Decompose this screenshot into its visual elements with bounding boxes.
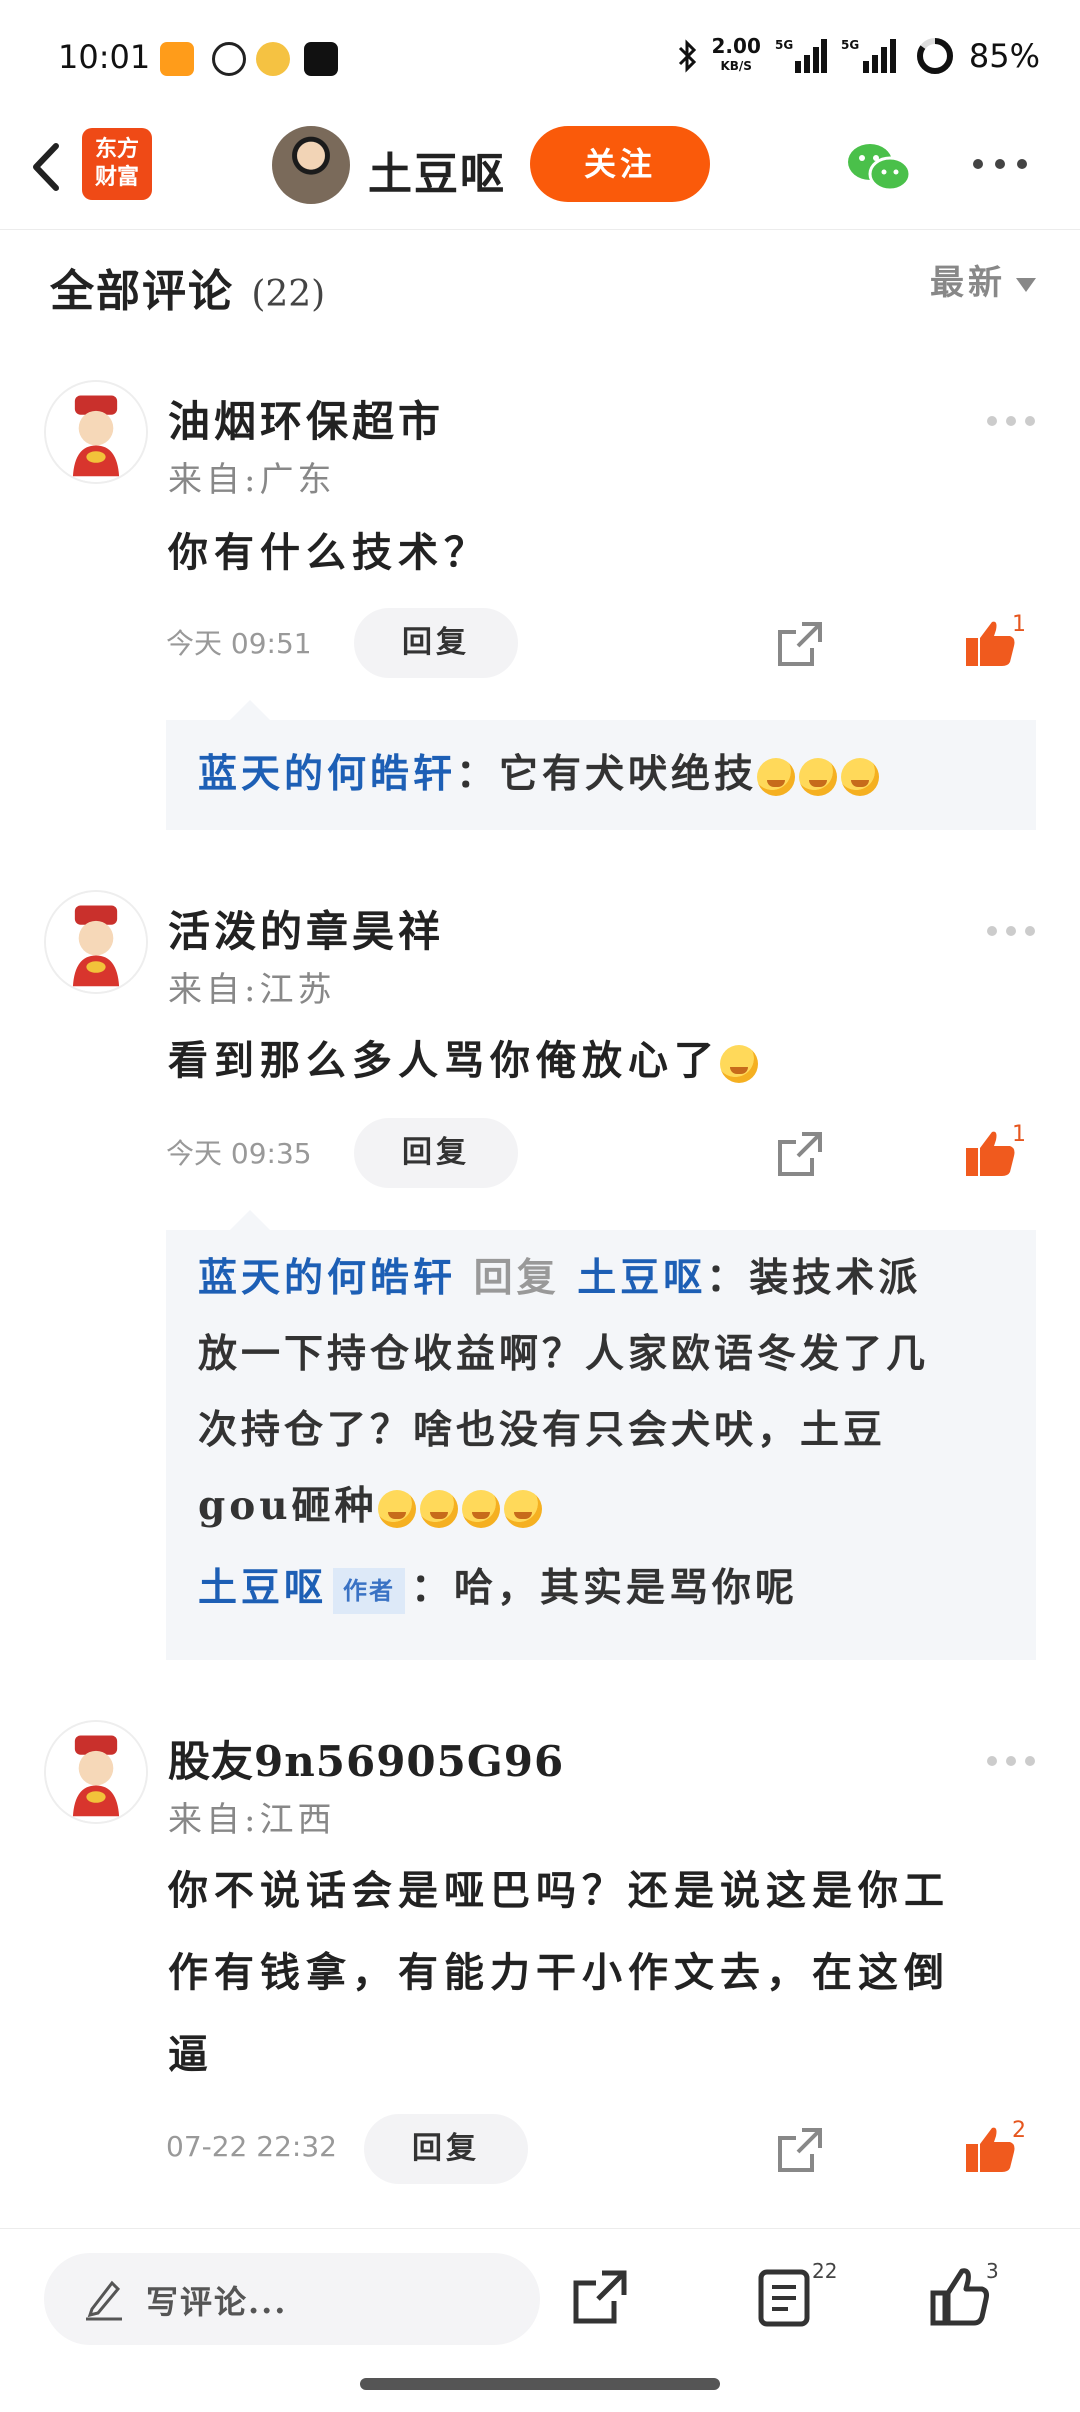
emoji-icon [419,1490,458,1528]
comment-more-icon[interactable] [986,1754,1036,1768]
commenter-avatar[interactable] [44,890,148,994]
signal-icon: 5G [775,38,827,73]
commenter-avatar[interactable] [44,380,148,484]
back-arrow-icon[interactable] [18,132,78,202]
tiktok-icon [304,42,338,76]
reply-target-user[interactable]: 土豆呕 [577,1255,706,1301]
write-comment-input[interactable]: 写评论... [44,2253,540,2345]
thumbs-up-icon[interactable] [964,1128,1016,1178]
share-icon[interactable] [776,1130,824,1178]
comment-time: 今天 09:51 [166,627,312,660]
caret-down-icon [1016,278,1036,292]
clock: 10:01 [58,38,151,76]
share-icon[interactable] [776,2126,824,2174]
reply-item: 蓝天的何皓轩：它有犬吠绝技 [166,736,1036,812]
reply-thread: 蓝天的何皓轩 回复 土豆呕：装技术派 放一下持仓收益啊？人家欧语冬发了几 次持仓… [166,1210,1036,1660]
comments-list-icon[interactable] [758,2269,810,2327]
comment-item: 活泼的章昊祥 来自:江苏 看到那么多人骂你俺放心了 今天 09:35 回复 1 … [0,890,1080,1670]
emoji-icon [377,1490,416,1528]
write-comment-placeholder: 写评论... [146,2283,288,2321]
like-total-badge: 3 [986,2259,999,2283]
share-icon[interactable] [776,620,824,668]
bluetooth-icon [678,39,696,73]
svg-text:5G: 5G [841,38,859,52]
pencil-icon [86,2280,122,2321]
reply-user[interactable]: 蓝天的何皓轩 [198,1255,456,1301]
app-notification-icon [160,42,194,76]
wechat-icon[interactable] [846,140,912,196]
emoji-icon [720,1045,758,1083]
comment-time: 今天 09:35 [166,1137,312,1170]
author-badge: 作者 [333,1568,406,1614]
like-count: 1 [1012,612,1026,637]
emoji-icon [841,758,880,796]
commenter-avatar[interactable] [44,1720,148,1824]
reply-item: 土豆呕 作者 ：哈，其实是骂你呢 [166,1550,1036,1626]
app-notification-icon [212,42,246,76]
author-avatar[interactable] [272,126,350,204]
reply-text-line: 次持仓了？啥也没有只会犬吠，土豆 [198,1407,887,1453]
reply-user[interactable]: 蓝天的何皓轩 [198,751,456,797]
commenter-name[interactable]: 活泼的章昊祥 [168,898,444,959]
top-nav-bar: 东方 财富 土豆呕 关注 [0,118,1080,230]
follow-button[interactable]: 关注 [530,126,710,202]
comment-item: 股友9n56905G96 来自:江西 你不说话会是哑巴吗？还是说这是你工 作有钱… [0,1720,1080,2220]
sort-dropdown[interactable]: 最新 [930,255,1036,304]
reply-button[interactable]: 回复 [354,608,518,678]
battery-level: 85% [968,37,1040,75]
commenter-location: 来自:广东 [168,460,336,500]
comment-more-icon[interactable] [986,414,1036,428]
weibo-icon [256,42,290,76]
battery-ring-icon [916,38,953,74]
author-name[interactable]: 土豆呕 [368,138,506,202]
home-indicator[interactable] [360,2378,720,2390]
thumbs-up-icon[interactable] [964,2124,1016,2174]
commenter-location: 来自:江苏 [168,970,336,1010]
comment-more-icon[interactable] [986,924,1036,938]
like-count: 1 [1012,1122,1026,1147]
emoji-icon [757,758,796,796]
svg-text:5G: 5G [775,38,793,52]
like-count: 2 [1012,2118,1026,2143]
emoji-icon [503,1490,542,1528]
thumbs-up-icon[interactable] [964,618,1016,668]
commenter-name[interactable]: 股友9n56905G96 [168,1728,564,1789]
net-speed: 2.00 KB/S [711,34,761,73]
comment-text: 你有什么技术？ [168,529,490,576]
reply-text-line: 放一下持仓收益啊？人家欧语冬发了几 [198,1331,930,1377]
signal-icon: 5G [841,38,896,73]
comments-total-badge: 22 [812,2259,838,2283]
eastmoney-logo[interactable]: 东方 财富 [82,128,152,200]
comment-time: 07-22 22:32 [166,2130,337,2163]
reply-text-line: gou砸种 [166,1468,1036,1544]
emoji-icon [799,758,838,796]
comment-count: (22) [251,274,326,315]
emoji-icon [461,1490,500,1528]
comment-text: 看到那么多人骂你俺放心了 [168,1020,1040,1102]
commenter-location: 来自:江西 [168,1800,336,1840]
thumbs-up-icon[interactable] [930,2267,990,2327]
comment-text: 你不说话会是哑巴吗？还是说这是你工 作有钱拿，有能力干小作文去，在这倒 逼 [168,1867,950,2078]
reply-button[interactable]: 回复 [364,2114,528,2184]
status-bar: 10:01 2.00 KB/S 5G 5G 85% [0,0,1080,120]
comments-heading: 全部评论 (22) [50,266,326,317]
share-icon[interactable] [572,2269,628,2325]
reply-button[interactable]: 回复 [354,1118,518,1188]
more-options-icon[interactable] [972,154,1028,174]
comment-item: 油烟环保超市 来自:广东 你有什么技术？ 今天 09:51 回复 1 蓝天的何皓… [0,380,1080,840]
commenter-name[interactable]: 油烟环保超市 [168,388,444,449]
reply-thread: 蓝天的何皓轩：它有犬吠绝技 [166,700,1036,830]
reply-user[interactable]: 土豆呕 [198,1565,327,1611]
reply-item: 蓝天的何皓轩 回复 土豆呕：装技术派 [198,1255,922,1301]
